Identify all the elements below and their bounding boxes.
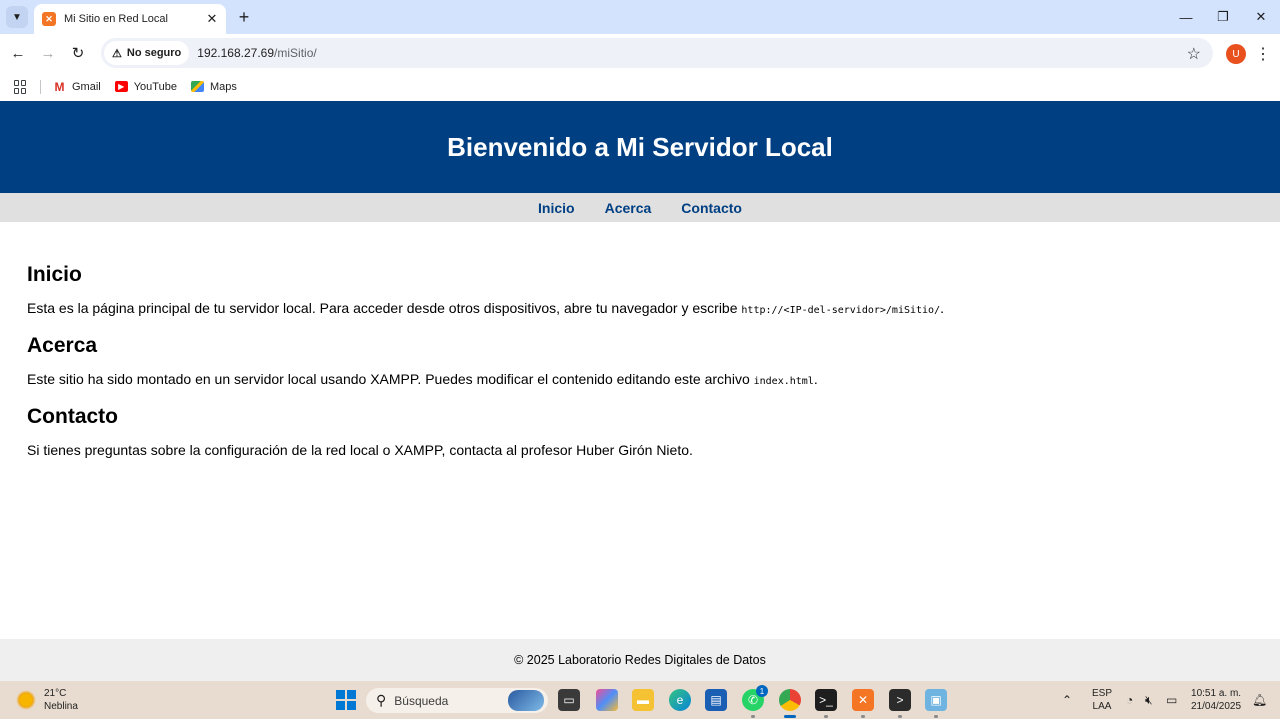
xampp-icon[interactable]: ✕ xyxy=(852,689,874,718)
taskbar-search[interactable]: ⚲ Búsqueda xyxy=(366,688,548,713)
text-after: . xyxy=(940,300,944,316)
warning-icon: ⚠ xyxy=(112,47,122,60)
back-button[interactable]: ← xyxy=(7,42,29,64)
clock[interactable]: 10:51 a. m. 21/04/2025 xyxy=(1191,681,1241,719)
search-icon: ⚲ xyxy=(376,692,387,708)
section-acerca: Acerca Este sitio ha sido montado en un … xyxy=(27,334,818,387)
browser-tab[interactable]: ✕ Mi Sitio en Red Local ✕ xyxy=(34,4,226,34)
nav-link-inicio[interactable]: Inicio xyxy=(538,200,575,216)
weather-temp: 21°C xyxy=(44,688,67,699)
clock-time: 10:51 a. m. xyxy=(1191,688,1242,699)
forward-button[interactable]: → xyxy=(37,42,59,64)
site-header: Bienvenido a Mi Servidor Local xyxy=(0,101,1280,193)
security-chip[interactable]: ⚠ No seguro xyxy=(104,41,190,65)
bookmark-label: Gmail xyxy=(72,80,101,93)
profile-avatar[interactable]: U xyxy=(1226,44,1246,64)
bookmark-label: YouTube xyxy=(133,80,177,93)
clock-date: 21/04/2025 xyxy=(1191,701,1242,712)
weather-desc: Neblina xyxy=(44,701,78,712)
browser-tab-bar: ▼ ✕ Mi Sitio en Red Local ✕ + — ❐ ✕ xyxy=(0,0,1280,34)
youtube-icon: ▶ xyxy=(114,81,128,92)
text-before: Este sitio ha sido montado en un servido… xyxy=(27,371,754,387)
security-label: No seguro xyxy=(126,47,182,59)
store-icon[interactable]: ▤ xyxy=(705,689,727,711)
tray-overflow-icon[interactable]: ⌃ xyxy=(1062,681,1072,719)
tab-close-icon[interactable]: ✕ xyxy=(204,11,220,27)
notifications-icon[interactable]: 🔔︎ xyxy=(1252,681,1267,719)
active-indicator xyxy=(784,715,796,718)
running-indicator xyxy=(934,715,938,718)
copilot-icon[interactable] xyxy=(596,689,618,711)
close-window-button[interactable]: ✕ xyxy=(1249,6,1273,28)
xampp-favicon-icon: ✕ xyxy=(42,12,56,26)
site-nav: Inicio Acerca Contacto xyxy=(0,193,1280,222)
edge-icon[interactable]: e xyxy=(669,689,691,711)
browser-menu-icon[interactable]: ⋮ xyxy=(1254,43,1272,65)
chrome-icon[interactable] xyxy=(779,689,801,718)
restore-button[interactable]: ❐ xyxy=(1211,6,1235,28)
gmail-icon: M xyxy=(53,79,66,94)
bookmark-youtube[interactable]: ▶ YouTube xyxy=(114,80,177,93)
inline-code: index.html xyxy=(753,376,814,387)
nav-link-contacto[interactable]: Contacto xyxy=(681,200,742,216)
weather-sun-icon xyxy=(16,690,36,710)
notification-badge: 1 xyxy=(756,685,768,697)
text-before: Esta es la página principal de tu servid… xyxy=(27,300,742,316)
bookmarks-separator xyxy=(40,79,41,94)
new-tab-button[interactable]: + xyxy=(234,7,254,27)
start-menu-icon[interactable] xyxy=(335,689,357,711)
tab-search-button[interactable]: ▼ xyxy=(6,6,28,28)
inline-code: http://<IP-del-servidor>/miSitio/ xyxy=(741,305,941,316)
url-text[interactable]: 192.168.27.69/miSitio/ xyxy=(197,46,316,60)
section-text: Este sitio ha sido montado en un servido… xyxy=(27,371,818,387)
url-path: /miSitio/ xyxy=(274,46,317,60)
task-view-icon[interactable]: ▭ xyxy=(558,689,580,711)
section-heading: Acerca xyxy=(27,334,98,357)
weather-widget[interactable]: 21°C Neblina xyxy=(16,687,78,713)
running-indicator xyxy=(824,715,828,718)
command-prompt-icon[interactable]: >_ xyxy=(815,689,837,718)
url-host: 192.168.27.69 xyxy=(197,46,275,60)
whatsapp-icon[interactable]: ✆ 1 xyxy=(742,685,768,718)
bookmarks-bar: M Gmail ▶ YouTube Maps xyxy=(0,72,1280,101)
terminal-icon[interactable]: > xyxy=(889,689,911,718)
section-contacto: Contacto Si tienes preguntas sobre la co… xyxy=(27,405,693,458)
apps-grid-icon[interactable] xyxy=(14,79,28,94)
nav-link-acerca[interactable]: Acerca xyxy=(605,200,652,216)
control-panel-icon[interactable]: ▣ xyxy=(925,689,947,718)
tab-title: Mi Sitio en Red Local xyxy=(64,13,168,25)
browser-toolbar: ← → ↻ ⚠ No seguro 192.168.27.69/miSitio/… xyxy=(0,34,1280,72)
reload-button[interactable]: ↻ xyxy=(67,42,89,64)
volume-muted-icon[interactable]: 🔇︎ xyxy=(1145,681,1153,719)
windows-taskbar: 21°C Neblina ⚲ Búsqueda ▭ ▬ e ▤ ✆ 1 >_ ✕… xyxy=(0,681,1280,719)
file-explorer-icon[interactable]: ▬ xyxy=(632,689,654,711)
text-before: Si tienes preguntas sobre la configuraci… xyxy=(27,442,693,458)
search-highlight-icon xyxy=(508,690,544,711)
maps-icon xyxy=(190,81,204,92)
minimize-button[interactable]: — xyxy=(1174,6,1198,28)
bookmark-label: Maps xyxy=(209,80,237,93)
section-text: Si tienes preguntas sobre la configuraci… xyxy=(27,442,693,458)
language-indicator[interactable]: ESP LAA xyxy=(1092,681,1112,719)
text-after: . xyxy=(813,371,818,387)
page-title: Bienvenido a Mi Servidor Local xyxy=(447,131,833,162)
running-indicator xyxy=(751,715,755,718)
section-heading: Inicio xyxy=(27,263,82,286)
section-text: Esta es la página principal de tu servid… xyxy=(27,300,944,316)
site-footer: © 2025 Laboratorio Redes Digitales de Da… xyxy=(0,639,1280,681)
section-heading: Contacto xyxy=(27,405,118,428)
bookmark-maps[interactable]: Maps xyxy=(190,80,237,93)
wifi-icon[interactable]: ◔ xyxy=(1126,681,1133,719)
section-inicio: Inicio Esta es la página principal de tu… xyxy=(27,263,944,316)
lang-line1: ESP xyxy=(1092,688,1113,699)
search-placeholder: Búsqueda xyxy=(394,693,449,708)
page-viewport: Bienvenido a Mi Servidor Local Inicio Ac… xyxy=(0,101,1280,681)
running-indicator xyxy=(898,715,902,718)
bookmark-star-icon[interactable]: ☆ xyxy=(1187,44,1201,64)
bookmark-gmail[interactable]: M Gmail xyxy=(53,79,101,94)
running-indicator xyxy=(861,715,865,718)
lang-line2: LAA xyxy=(1092,701,1112,712)
battery-icon[interactable]: ▭ xyxy=(1166,681,1177,719)
address-bar[interactable]: ⚠ No seguro 192.168.27.69/miSitio/ ☆ xyxy=(101,38,1213,68)
